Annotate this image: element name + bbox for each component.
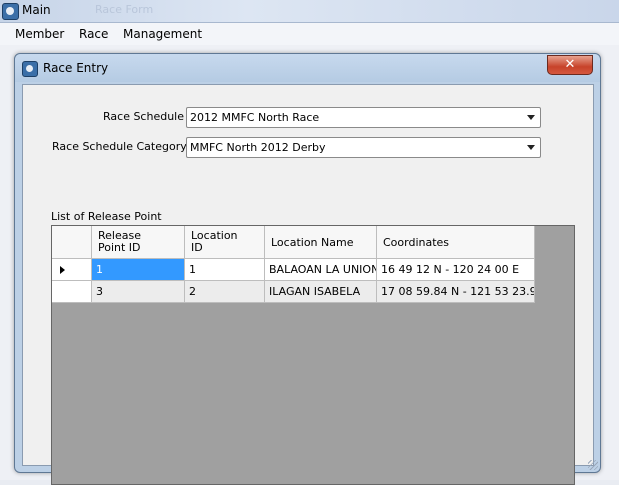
race-entry-form: Race Schedule : 2012 MMFC North Race Rac… xyxy=(22,84,594,485)
race-entry-window: Race Entry ✕ Race Schedule : 2012 MMFC N… xyxy=(14,53,601,485)
main-window-title: Main xyxy=(22,3,51,17)
table-cell-release-point-id[interactable]: 1 xyxy=(92,259,185,281)
race-schedule-category-value: MMFC North 2012 Derby xyxy=(190,141,326,154)
grid-corner-header[interactable] xyxy=(52,226,92,259)
race-schedule-dropdown[interactable]: 2012 MMFC North Race xyxy=(186,107,541,128)
chevron-down-icon[interactable] xyxy=(527,145,535,150)
menu-member[interactable]: Member xyxy=(13,26,66,42)
chevron-down-icon[interactable] xyxy=(527,115,535,120)
menu-bar: Member Race Management xyxy=(0,23,619,45)
release-point-grid[interactable]: Release Point ID Location ID Location Na… xyxy=(51,225,575,485)
column-header-coordinates[interactable]: Coordinates xyxy=(377,226,535,259)
current-row-arrow-icon xyxy=(60,266,65,274)
race-schedule-category-label: Race Schedule Category : xyxy=(52,140,194,153)
race-entry-title: Race Entry xyxy=(43,61,109,75)
table-cell-location-id[interactable]: 2 xyxy=(185,281,265,303)
race-schedule-category-dropdown[interactable]: MMFC North 2012 Derby xyxy=(186,137,541,158)
table-cell-location-name[interactable]: ILAGAN ISABELA xyxy=(265,281,377,303)
resize-grip-icon[interactable] xyxy=(588,460,598,470)
race-schedule-label: Race Schedule : xyxy=(103,110,192,123)
row-header[interactable] xyxy=(52,259,92,281)
table-cell-coordinates[interactable]: 16 49 12 N - 120 24 00 E xyxy=(377,259,535,281)
row-header[interactable] xyxy=(52,281,92,303)
table-cell-coordinates[interactable]: 17 08 59.84 N - 121 53 23.97 E xyxy=(377,281,535,303)
table-cell-release-point-id[interactable]: 3 xyxy=(92,281,185,303)
column-header-location-id[interactable]: Location ID xyxy=(185,226,265,259)
column-header-location-name[interactable]: Location Name xyxy=(265,226,377,259)
close-button[interactable]: ✕ xyxy=(547,55,593,75)
menu-management[interactable]: Management xyxy=(121,26,204,42)
app-icon xyxy=(2,3,19,20)
release-point-list-label: List of Release Point xyxy=(51,210,162,223)
race-entry-title-bar[interactable]: Race Entry ✕ xyxy=(15,54,600,82)
background-window-title: Race Form xyxy=(95,3,154,16)
menu-race[interactable]: Race xyxy=(77,26,110,42)
table-cell-location-name[interactable]: BALAOAN LA UNION xyxy=(265,259,377,281)
table-cell-location-id[interactable]: 1 xyxy=(185,259,265,281)
race-schedule-value: 2012 MMFC North Race xyxy=(190,111,320,124)
main-title-bar: Main Race Form xyxy=(0,0,619,23)
window-icon xyxy=(22,61,38,77)
column-header-release-point-id[interactable]: Release Point ID xyxy=(92,226,185,259)
